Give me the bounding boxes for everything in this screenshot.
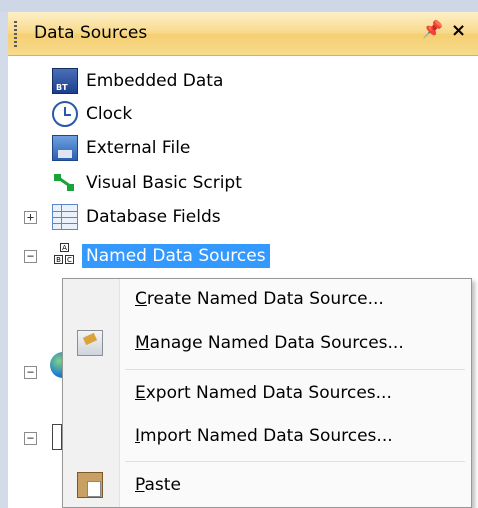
- tree-item-label: Database Fields: [86, 207, 221, 227]
- expand-database-fields-toggle[interactable]: +: [24, 211, 37, 224]
- collapse-hidden-item-toggle[interactable]: −: [24, 366, 37, 379]
- menu-item-export-named-data-sources[interactable]: Export Named Data Sources...: [63, 373, 471, 413]
- menu-item-label: Export Named Data Sources...: [135, 383, 392, 403]
- collapse-hidden-item-toggle-2[interactable]: −: [24, 432, 37, 445]
- menu-separator: [125, 461, 465, 462]
- menu-item-import-named-data-sources[interactable]: Import Named Data Sources...: [63, 416, 471, 456]
- database-icon: [52, 204, 78, 230]
- drag-grip-icon[interactable]: [14, 21, 17, 47]
- menu-item-label: Manage Named Data Sources...: [135, 333, 404, 353]
- tree-item-visual-basic-script[interactable]: Visual Basic Script: [52, 167, 242, 199]
- tree-item-label: Visual Basic Script: [86, 173, 242, 193]
- menu-item-label: Import Named Data Sources...: [135, 426, 393, 446]
- tree-item-label: External File: [86, 138, 191, 158]
- panel-title: Data Sources: [34, 23, 148, 43]
- manage-icon: [77, 330, 103, 356]
- tree-item-database-fields[interactable]: Database Fields: [52, 201, 221, 233]
- menu-separator: [125, 369, 465, 370]
- partial-icon: [52, 424, 62, 450]
- vbscript-icon: [52, 170, 78, 196]
- tree-item-external-file[interactable]: External File: [52, 132, 190, 164]
- context-menu: Create Named Data Source... Manage Named…: [62, 278, 472, 508]
- named-data-sources-icon: ABC: [52, 243, 78, 269]
- tree-item-label: Embedded Data: [86, 71, 224, 91]
- tree-item-named-data-sources[interactable]: ABC Named Data Sources: [52, 240, 270, 272]
- pin-icon[interactable]: 📌: [422, 20, 443, 40]
- menu-item-label: Paste: [135, 475, 181, 495]
- tree-item-clock[interactable]: Clock: [52, 98, 132, 130]
- menu-item-create-named-data-source[interactable]: Create Named Data Source...: [63, 279, 471, 319]
- clock-icon: [52, 101, 78, 127]
- embedded-data-icon: [52, 68, 78, 94]
- collapse-named-data-sources-toggle[interactable]: −: [24, 250, 37, 263]
- external-file-icon: [52, 135, 78, 161]
- panel-left-edge: [0, 12, 8, 508]
- menu-item-label: Create Named Data Source...: [135, 289, 384, 309]
- tree-item-embedded-data[interactable]: Embedded Data: [52, 65, 223, 97]
- paste-icon: [77, 472, 103, 498]
- tree-item-label: Named Data Sources: [82, 244, 270, 268]
- panel-top-edge: [0, 0, 478, 12]
- menu-item-paste[interactable]: Paste: [63, 465, 471, 505]
- menu-item-manage-named-data-sources[interactable]: Manage Named Data Sources...: [63, 323, 471, 363]
- close-icon[interactable]: ×: [451, 20, 466, 41]
- tree-item-label: Clock: [86, 104, 133, 124]
- panel-titlebar[interactable]: Data Sources 📌 ×: [8, 12, 478, 56]
